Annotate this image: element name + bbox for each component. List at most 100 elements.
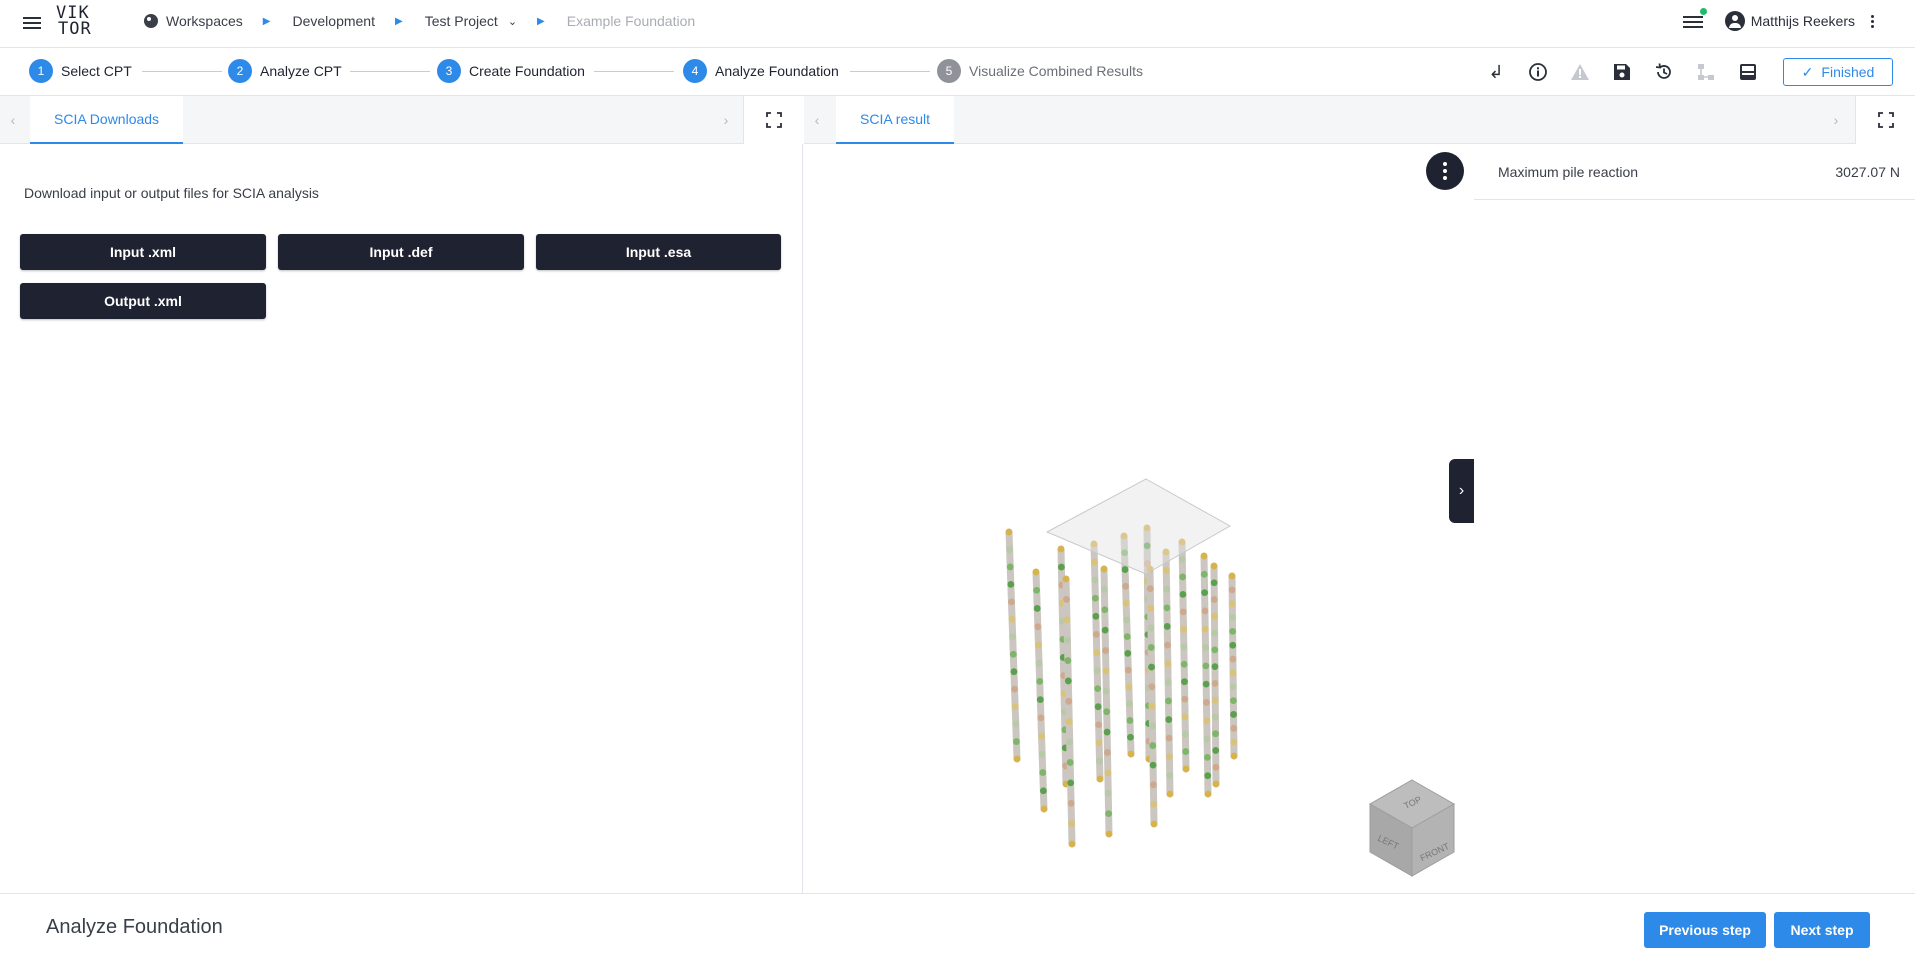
input-xml-button[interactable]: Input .xml	[20, 234, 266, 270]
pile-result-marker	[1211, 629, 1219, 637]
tab-scroll-right-icon[interactable]: ›	[713, 96, 739, 144]
pile-result-marker	[1230, 711, 1237, 718]
pile-result-marker	[1166, 771, 1174, 779]
pile-result-marker	[1166, 790, 1174, 798]
result-value: 3027.07 N	[1835, 164, 1900, 180]
pile-result-marker	[1033, 586, 1041, 594]
viewer-options-icon[interactable]	[1426, 152, 1464, 190]
pile-result-marker	[1039, 787, 1047, 795]
pile-result-marker	[1008, 615, 1016, 623]
left-tab-bar: ‹ SCIA Downloads ›	[0, 96, 803, 144]
pile-result-marker	[1229, 641, 1237, 649]
pile-result-marker	[1067, 799, 1075, 807]
pile-result-marker	[1091, 576, 1099, 584]
pile-result-marker	[1229, 655, 1237, 663]
pile-result-marker	[1202, 680, 1210, 688]
input-def-button[interactable]: Input .def	[278, 234, 524, 270]
jobs-list-icon[interactable]	[1682, 8, 1707, 29]
pile-result-marker	[1181, 695, 1189, 703]
pile-result-marker	[1125, 700, 1133, 708]
pile-result-marker	[1094, 685, 1102, 693]
breadcrumb-test-project[interactable]: Test Project ⌄	[425, 13, 517, 29]
pile-result-marker	[1210, 562, 1218, 570]
breadcrumb-workspaces[interactable]: Workspaces	[144, 13, 243, 29]
pile-result-marker	[1179, 573, 1187, 581]
pile-result-marker	[1147, 604, 1155, 612]
pile-result-marker	[1006, 546, 1014, 553]
tab-scroll-right-icon[interactable]: ›	[1823, 96, 1849, 144]
fullscreen-icon[interactable]	[1855, 96, 1915, 144]
check-icon: ✓	[1801, 63, 1814, 80]
step-select-cpt[interactable]: 1 Select CPT	[29, 59, 132, 83]
pile-result-marker	[1204, 790, 1212, 798]
fullscreen-icon[interactable]	[743, 96, 803, 144]
step-connector	[594, 71, 674, 72]
pile-result-marker	[1179, 608, 1187, 616]
pile-result-marker	[1211, 713, 1219, 721]
hamburger-menu-icon[interactable]	[22, 14, 42, 34]
pile-result-marker	[1203, 717, 1211, 725]
step-analyze-foundation[interactable]: 4 Analyze Foundation	[683, 59, 839, 83]
max-pile-reaction-row: Maximum pile reaction 3027.07 N	[1474, 145, 1915, 200]
side-panel-toggle-icon[interactable]: ›	[1449, 459, 1474, 523]
pile-result-marker	[1032, 568, 1040, 576]
pile-result-marker	[1096, 775, 1104, 783]
pile-result-marker	[1013, 755, 1021, 763]
pile-result-marker	[1057, 545, 1065, 553]
step-analyze-cpt[interactable]: 2 Analyze CPT	[228, 59, 342, 83]
pile-result-marker	[1149, 742, 1157, 749]
pile-result-marker	[1094, 703, 1102, 711]
pile-result-marker	[1182, 765, 1190, 773]
pile-result-marker	[1040, 805, 1048, 813]
pile-result-marker	[1230, 752, 1238, 760]
pile-result-marker	[1229, 627, 1237, 635]
next-step-button[interactable]: Next step	[1774, 912, 1870, 948]
pile-result-marker	[1211, 646, 1219, 654]
pile-result-marker	[1149, 722, 1156, 730]
pile-result-marker	[1126, 717, 1134, 724]
pile-result-marker	[1105, 810, 1113, 818]
pile-result-marker	[1228, 600, 1236, 608]
3d-viewer[interactable]: › TOP LEFT FRONT	[804, 144, 1474, 893]
pile-result-marker	[1033, 605, 1041, 612]
pile-result-marker	[1204, 772, 1212, 780]
view-cube[interactable]: TOP LEFT FRONT	[1366, 778, 1458, 880]
tab-scroll-left-icon[interactable]: ‹	[804, 96, 830, 144]
pile-result-marker	[1124, 666, 1132, 674]
breadcrumb-development[interactable]: Development	[292, 13, 375, 29]
tab-scia-result[interactable]: SCIA result	[836, 96, 955, 144]
pile-result-marker	[1212, 763, 1220, 771]
save-icon[interactable]	[1610, 60, 1634, 84]
user-name[interactable]: Matthijs Reekers	[1751, 13, 1855, 29]
pile-result-marker	[1211, 663, 1219, 671]
more-vertical-icon[interactable]	[1869, 13, 1875, 30]
history-icon[interactable]	[1652, 60, 1676, 84]
viktor-logo[interactable]: VIK TOR	[56, 5, 98, 39]
step-create-foundation[interactable]: 3 Create Foundation	[437, 59, 585, 83]
pile-result-marker	[1123, 616, 1131, 624]
pile-result-marker	[1211, 612, 1218, 620]
tab-scia-downloads[interactable]: SCIA Downloads	[30, 96, 184, 144]
avatar[interactable]	[1724, 11, 1745, 31]
tab-scroll-left-icon[interactable]: ‹	[0, 96, 26, 144]
chevron-down-icon[interactable]: ⌄	[508, 15, 517, 28]
pile-result-marker	[1062, 575, 1070, 583]
output-xml-button[interactable]: Output .xml	[20, 283, 266, 319]
pile-result-marker	[1229, 697, 1237, 705]
pile-result-marker	[1149, 761, 1157, 769]
pile-result-marker	[1164, 641, 1171, 649]
inbox-icon[interactable]	[1736, 60, 1760, 84]
step-visualize-combined-results[interactable]: 5 Visualize Combined Results	[937, 59, 1143, 83]
pile-result-marker	[1036, 696, 1044, 704]
info-icon[interactable]	[1526, 60, 1550, 84]
finished-button[interactable]: ✓ Finished	[1783, 58, 1893, 86]
previous-step-button[interactable]: Previous step	[1644, 912, 1766, 948]
pile-result-marker	[1124, 649, 1132, 657]
pile-result-marker	[1210, 596, 1218, 603]
pile-result-marker	[1229, 669, 1237, 677]
return-icon[interactable]: ↲	[1484, 60, 1508, 84]
pile-result-marker	[1200, 570, 1208, 578]
input-esa-button[interactable]: Input .esa	[536, 234, 781, 270]
pile-result-marker	[1121, 566, 1129, 573]
pile-result-marker	[1182, 748, 1190, 755]
